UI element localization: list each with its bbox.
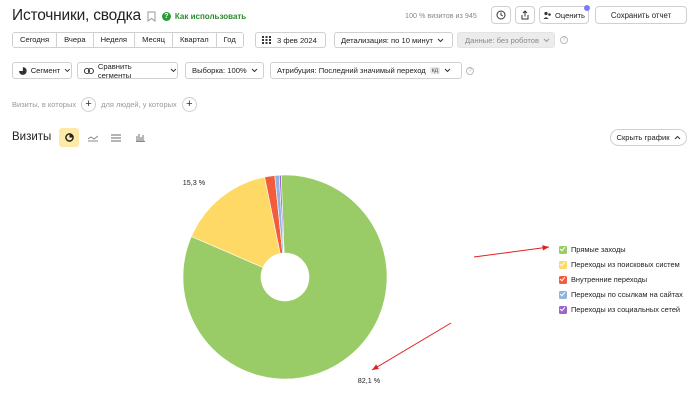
viz-pie-button[interactable] <box>59 128 79 147</box>
legend-item-links[interactable]: Переходы по ссылкам на сайтах <box>559 287 683 302</box>
chevron-down-icon <box>437 38 444 42</box>
legend-label: Переходы из социальных сетей <box>571 305 681 314</box>
share-button[interactable] <box>515 6 535 24</box>
pie-segment-icon <box>19 66 27 75</box>
viz-line-button[interactable] <box>83 128 103 147</box>
attribution-badge: кд <box>429 67 441 74</box>
viz-area-button[interactable] <box>106 128 126 147</box>
chevron-down-icon <box>543 38 550 42</box>
checkbox-icon[interactable] <box>559 275 567 284</box>
segment-label: Сегмент <box>30 66 61 75</box>
hide-graph-button[interactable]: Скрыть график <box>610 129 687 146</box>
help-icon[interactable]: ? <box>560 36 568 44</box>
save-report-button[interactable]: Сохранить отчет <box>595 6 687 24</box>
help-icon[interactable]: ? <box>466 67 474 75</box>
notification-dot <box>584 5 590 11</box>
checkbox-icon[interactable] <box>559 305 567 314</box>
chevron-down-icon <box>444 68 451 73</box>
sample-select[interactable]: Выборка: 100% <box>185 62 264 79</box>
annotation-arrow-label <box>371 322 452 371</box>
compare-icon <box>84 67 94 74</box>
people-filter-label: для людей, у которых <box>101 99 177 109</box>
title-row: Источники, сводка ? Как использовать <box>12 6 246 26</box>
detail-select[interactable]: Детализация: по 10 минут <box>334 32 453 48</box>
data-label-search: 15,3 % <box>183 178 206 187</box>
area-chart-icon <box>111 133 121 142</box>
rate-button[interactable]: Оценить <box>539 5 590 24</box>
calendar-icon <box>262 36 271 44</box>
chevron-up-icon <box>674 135 680 140</box>
legend-item-internal[interactable]: Внутренние переходы <box>559 272 683 287</box>
help-circle-icon: ? <box>161 11 171 21</box>
visits-info: 100 % визитов из 945 <box>405 11 477 20</box>
legend-item-direct[interactable]: Прямые заходы <box>559 242 683 257</box>
rate-label: Оценить <box>555 10 585 20</box>
legend-label: Внутренние переходы <box>571 275 648 284</box>
chevron-down-icon <box>251 68 258 73</box>
period-month[interactable]: Месяц <box>135 33 173 47</box>
period-quarter[interactable]: Квартал <box>172 33 217 47</box>
bar-chart-icon <box>135 134 145 142</box>
legend-item-search[interactable]: Переходы из поисковых систем <box>559 257 683 272</box>
period-year[interactable]: Год <box>216 33 243 47</box>
checkbox-icon[interactable] <box>559 290 567 299</box>
share-icon <box>521 10 529 20</box>
sample-label: Выборка: 100% <box>192 66 247 75</box>
pie-chart-icon <box>64 133 74 142</box>
clock-icon <box>496 10 506 20</box>
chevron-down-icon <box>170 68 177 73</box>
visits-filter-label: Визиты, в которых <box>12 99 77 109</box>
howto-label: Как использовать <box>174 11 247 21</box>
date-picker-button[interactable]: 3 фев 2024 <box>255 32 326 48</box>
page-title: Источники, сводка <box>12 7 141 24</box>
attribution-select[interactable]: Атрибуция: Последний значимый переход кд <box>270 62 462 79</box>
chevron-down-icon <box>64 68 71 73</box>
segment-select[interactable]: Сегмент <box>12 62 72 79</box>
legend-label: Переходы из поисковых систем <box>571 260 680 269</box>
data-label-direct: 82,1 % <box>358 376 381 385</box>
add-people-filter-button[interactable]: + <box>181 96 197 112</box>
add-visit-filter-button[interactable]: + <box>81 96 97 112</box>
checkbox-icon[interactable] <box>559 245 567 254</box>
legend-item-social[interactable]: Переходы из социальных сетей <box>559 302 683 317</box>
date-label: 3 фев 2024 <box>277 35 317 45</box>
checkbox-icon[interactable] <box>559 260 567 269</box>
chart-legend: Прямые заходы Переходы из поисковых систе… <box>559 242 683 317</box>
howto-link[interactable]: ? Как использовать <box>161 11 247 21</box>
annotation-arrow-legend <box>473 245 550 258</box>
period-yesterday[interactable]: Вчера <box>57 33 94 47</box>
filter-row: Визиты, в которых + для людей, у которых… <box>12 96 202 112</box>
robots-label: Данные: без роботов <box>465 35 540 45</box>
compare-label: Сравнить сегменты <box>97 61 132 80</box>
period-week[interactable]: Неделя <box>93 33 136 47</box>
hide-graph-label: Скрыть график <box>616 133 670 142</box>
bookmark-icon[interactable] <box>147 11 156 22</box>
clock-button[interactable] <box>491 6 511 24</box>
people-icon <box>543 11 551 19</box>
period-today[interactable]: Сегодня <box>13 33 58 47</box>
period-selector: Сегодня Вчера Неделя Месяц Квартал Год <box>12 32 244 48</box>
viz-bar-button[interactable] <box>130 128 150 147</box>
robots-select[interactable]: Данные: без роботов <box>457 32 555 48</box>
legend-label: Переходы по ссылкам на сайтах <box>571 290 683 299</box>
section-title: Визиты <box>12 131 52 143</box>
line-chart-icon <box>88 135 98 141</box>
compare-segments-select[interactable]: Сравнить сегменты <box>77 61 178 80</box>
attribution-label: Атрибуция: Последний значимый переход <box>277 66 426 75</box>
detail-label: Детализация: по 10 минут <box>341 35 433 45</box>
legend-label: Прямые заходы <box>571 245 626 254</box>
